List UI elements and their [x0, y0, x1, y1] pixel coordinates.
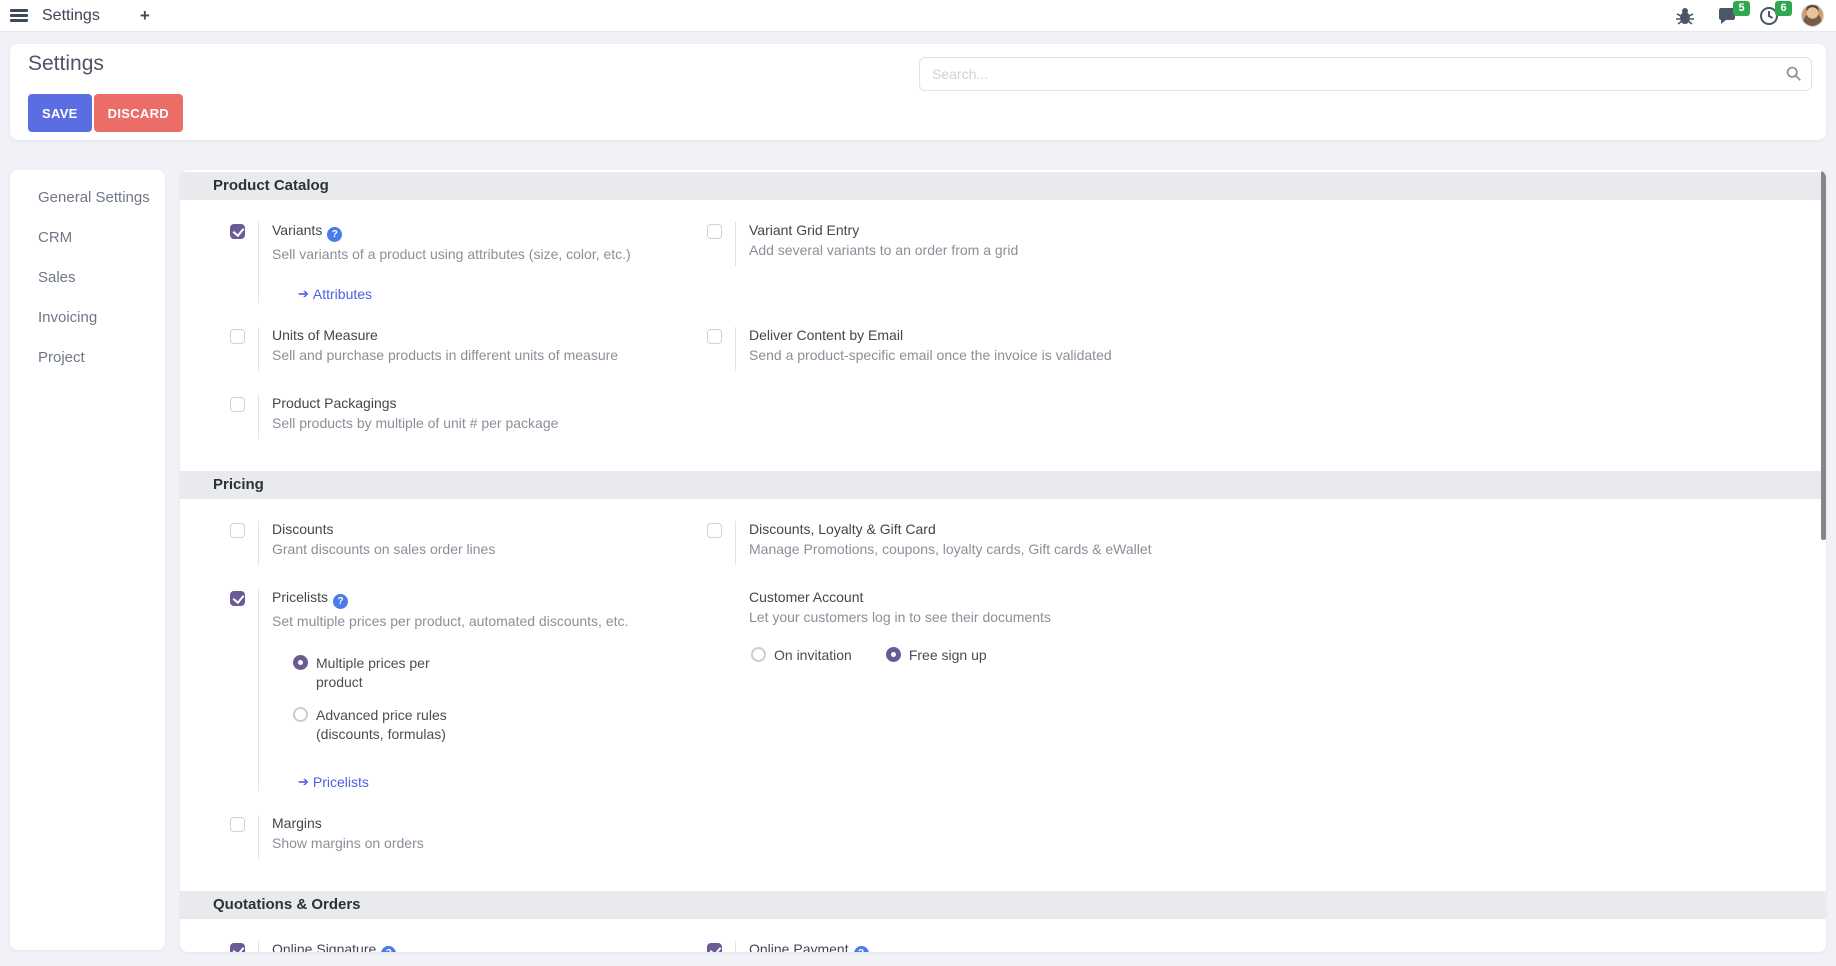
messages-icon[interactable]: 5 [1717, 6, 1737, 26]
units-of-measure-checkbox[interactable] [230, 329, 245, 344]
setting-units-of-measure: Units of Measure Sell and purchase produ… [230, 327, 707, 371]
discounts-checkbox[interactable] [230, 523, 245, 538]
customer-account-radio-group: On invitation Free sign up [751, 646, 1051, 665]
radio-button[interactable] [293, 707, 308, 722]
setting-label: Units of Measure [272, 327, 618, 343]
setting-description: Grant discounts on sales order lines [272, 541, 495, 559]
arrow-right-icon: ➔ [298, 286, 309, 302]
radio-button[interactable] [293, 655, 308, 670]
new-tab-plus-button[interactable]: + [140, 6, 150, 26]
setting-label: Discounts, Loyalty & Gift Card [749, 521, 1152, 537]
top-navbar: Settings + 5 6 [0, 0, 1836, 32]
activities-count-badge: 6 [1775, 1, 1792, 16]
section-body-quotations-orders: Online Signature? Request an online sign… [180, 919, 1826, 952]
setting-customer-account: Customer Account Let your customers log … [707, 589, 1786, 665]
pricelists-link[interactable]: ➔Pricelists [298, 774, 369, 790]
setting-label: Online Signature? [272, 941, 555, 952]
setting-label: Deliver Content by Email [749, 327, 1112, 343]
setting-description: Sell products by multiple of unit # per … [272, 415, 558, 433]
save-button[interactable]: SAVE [28, 94, 92, 132]
setting-label: Online Payment? [749, 941, 1028, 952]
variants-checkbox[interactable] [230, 224, 245, 239]
setting-discounts-loyalty-gift-card: Discounts, Loyalty & Gift Card Manage Pr… [707, 521, 1786, 565]
user-avatar[interactable] [1801, 4, 1824, 27]
setting-description: Send a product-specific email once the i… [749, 347, 1112, 365]
help-icon[interactable]: ? [333, 594, 348, 609]
search-icon[interactable] [1785, 65, 1802, 82]
setting-label: Variant Grid Entry [749, 222, 1018, 238]
setting-description: Let your customers log in to see their d… [749, 609, 1051, 627]
radio-advanced-price-rules[interactable]: Advanced price rules (discounts, formula… [293, 706, 628, 744]
arrow-right-icon: ➔ [298, 774, 309, 790]
setting-variants: Variants? Sell variants of a product usi… [230, 222, 707, 303]
setting-description: Add several variants to an order from a … [749, 242, 1018, 260]
activities-clock-icon[interactable]: 6 [1759, 6, 1779, 26]
setting-description: Sell variants of a product using attribu… [272, 246, 631, 264]
pricelists-radio-group: Multiple prices per product Advanced pri… [293, 654, 628, 744]
sidebar-item-general-settings[interactable]: General Settings [10, 178, 165, 218]
radio-multiple-prices-per-product[interactable]: Multiple prices per product [293, 654, 628, 692]
setting-description: Set multiple prices per product, automat… [272, 613, 628, 631]
debug-bug-icon[interactable] [1675, 6, 1695, 26]
deliver-content-by-email-checkbox[interactable] [707, 329, 722, 344]
discard-button[interactable]: DISCARD [94, 94, 183, 132]
setting-online-signature: Online Signature? Request an online sign… [230, 941, 707, 952]
sidebar-item-invoicing[interactable]: Invoicing [10, 298, 165, 338]
sidebar-item-project[interactable]: Project [10, 338, 165, 378]
section-body-pricing: Discounts Grant discounts on sales order… [180, 499, 1826, 891]
setting-label: Discounts [272, 521, 495, 537]
help-icon[interactable]: ? [327, 227, 342, 242]
setting-product-packagings: Product Packagings Sell products by mult… [230, 395, 707, 439]
page-title: Settings [28, 52, 104, 76]
apps-menu-icon[interactable] [10, 9, 28, 22]
attributes-link[interactable]: ➔Attributes [298, 286, 372, 302]
sidebar-item-sales[interactable]: Sales [10, 258, 165, 298]
margins-checkbox[interactable] [230, 817, 245, 832]
messages-count-badge: 5 [1733, 1, 1750, 16]
setting-label: Product Packagings [272, 395, 558, 411]
radio-on-invitation[interactable]: On invitation [751, 646, 852, 665]
section-header-pricing: Pricing [180, 471, 1826, 499]
section-header-product-catalog: Product Catalog [180, 172, 1826, 200]
setting-description: Sell and purchase products in different … [272, 347, 618, 365]
help-icon[interactable]: ? [381, 946, 396, 952]
online-payment-checkbox[interactable] [707, 943, 722, 952]
settings-main-panel: Product Catalog Variants? Sell variants … [180, 170, 1826, 952]
settings-sidebar: General Settings CRM Sales Invoicing Pro… [10, 170, 165, 950]
setting-label: Pricelists? [272, 589, 628, 609]
setting-deliver-content-by-email: Deliver Content by Email Send a product-… [707, 327, 1786, 371]
sidebar-item-crm[interactable]: CRM [10, 218, 165, 258]
setting-label: Variants? [272, 222, 631, 242]
setting-online-payment: Online Payment? Request an online paymen… [707, 941, 1786, 952]
help-icon[interactable]: ? [854, 946, 869, 952]
search-input[interactable] [919, 57, 1812, 91]
variant-grid-entry-checkbox[interactable] [707, 224, 722, 239]
settings-header-card: Settings SAVE DISCARD [10, 44, 1826, 140]
setting-variant-grid-entry: Variant Grid Entry Add several variants … [707, 222, 1786, 266]
setting-label: Margins [272, 815, 424, 831]
radio-button[interactable] [886, 647, 901, 662]
online-signature-checkbox[interactable] [230, 943, 245, 952]
product-packagings-checkbox[interactable] [230, 397, 245, 412]
radio-button[interactable] [751, 647, 766, 662]
setting-pricelists: Pricelists? Set multiple prices per prod… [230, 589, 707, 791]
setting-description: Manage Promotions, coupons, loyalty card… [749, 541, 1152, 559]
radio-free-sign-up[interactable]: Free sign up [886, 646, 987, 665]
pricelists-checkbox[interactable] [230, 591, 245, 606]
discounts-loyalty-gift-card-checkbox[interactable] [707, 523, 722, 538]
setting-margins: Margins Show margins on orders [230, 815, 707, 859]
setting-label: Customer Account [749, 589, 1051, 605]
section-body-product-catalog: Variants? Sell variants of a product usi… [180, 200, 1826, 471]
setting-discounts: Discounts Grant discounts on sales order… [230, 521, 707, 565]
vertical-scrollbar[interactable] [1821, 171, 1826, 540]
app-title[interactable]: Settings [42, 7, 100, 25]
setting-description: Show margins on orders [272, 835, 424, 853]
section-header-quotations-orders: Quotations & Orders [180, 891, 1826, 919]
